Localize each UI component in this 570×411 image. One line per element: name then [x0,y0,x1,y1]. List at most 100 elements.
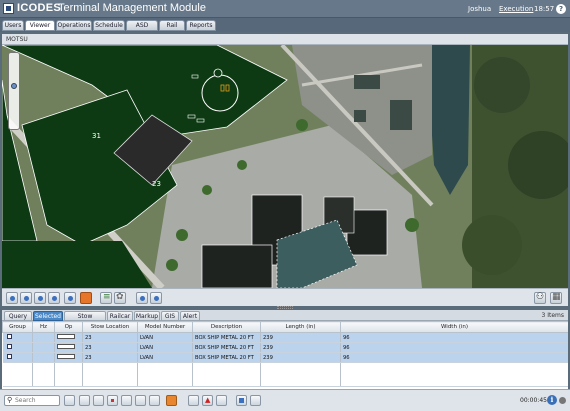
session-timer: 00:00:45 [520,397,547,404]
table-row[interactable]: 23 LVAN BOX SHIP METAL 20 FT 239 96 [2,352,568,363]
cell-length: 239 [260,332,341,343]
search-input[interactable] [15,396,59,405]
cell-width: 96 [340,332,568,343]
brand-name: ICODES [17,2,61,14]
app-title: Terminal Management Module [58,2,206,14]
table-header-row: Group Hz Op Stow Location Model Number D… [2,321,568,333]
user-name[interactable]: Joshua [468,5,491,13]
help-icon[interactable]: ? [556,4,566,14]
tab-reports[interactable]: Reports [186,20,216,31]
icodes-logo-icon [3,3,14,14]
lot-label-23: 23 [152,180,161,188]
copy-icon[interactable] [93,395,104,406]
columns-icon[interactable] [236,395,247,406]
pan-icon[interactable] [6,292,18,304]
column-header-stow-location[interactable]: Stow Location [82,321,138,333]
select-icon[interactable] [80,292,92,304]
search-icon: ⚲ [7,396,13,404]
tab-gis[interactable]: GIS [161,311,179,321]
column-header-op[interactable]: Op [54,321,83,333]
column-header-description[interactable]: Description [192,321,261,333]
tab-schedule[interactable]: Schedule [93,20,125,31]
properties-icon[interactable] [135,395,146,406]
cell-description: BOX SHIP METAL 20 FT [192,332,261,343]
edit-icon[interactable] [79,395,90,406]
sort-icon[interactable] [149,395,160,406]
table-row[interactable]: 23 LVAN BOX SHIP METAL 20 FT 239 96 [2,342,568,353]
zoom-slider[interactable] [8,52,20,130]
cell-width: 96 [340,342,568,353]
op-indicator [57,334,75,339]
status-indicator-icon [559,397,566,404]
layout-icon[interactable] [250,395,261,406]
column-header-length[interactable]: Length (in) [260,321,341,333]
splitter-grip[interactable] [277,306,293,309]
tab-stow-location[interactable]: Stow Location [64,311,106,329]
panel-title: MOTSU [6,36,28,43]
bottom-toolbar: ⚲ 00:00:45 i [0,389,570,411]
link-icon[interactable] [166,395,177,406]
map-viewer[interactable]: 31 23 [2,45,568,288]
filter-icon[interactable] [64,395,75,406]
sub-tab-bar: Query Selected Stow Location Railcar Mar… [2,310,568,329]
zoom-extent-icon[interactable] [48,292,60,304]
cell-length: 239 [260,352,341,363]
cell-description: BOX SHIP METAL 20 FT [192,342,261,353]
column-header-group[interactable]: Group [2,321,33,333]
clock: 18:57 [534,5,555,13]
tab-alert[interactable]: Alert [180,311,200,321]
row-checkbox[interactable] [6,334,12,339]
lot-label-31: 31 [92,132,101,140]
tab-rail[interactable]: Rail [159,20,185,31]
info-icon[interactable]: i [547,395,557,405]
window-icon[interactable] [136,292,148,304]
pdf-icon[interactable] [202,395,213,406]
grid-icon[interactable] [550,292,562,304]
execution-mode-link[interactable]: Execution [499,5,533,13]
screen-icon[interactable] [64,292,76,304]
binoculars-icon[interactable] [534,292,546,304]
delete-icon[interactable] [107,395,118,406]
aerial-map: 31 23 [2,45,568,288]
table-row[interactable]: 23 LVAN BOX SHIP METAL 20 FT 239 96 [2,332,568,343]
layers-icon[interactable] [100,292,112,304]
zoom-out-icon[interactable] [34,292,46,304]
main-tab-bar: Users Viewer Operations Schedule ASD Rai… [0,18,570,32]
cell-model-number: LVAN [137,342,193,353]
cell-width: 96 [340,352,568,363]
panel-title-bar: MOTSU [2,34,568,45]
map-toolbar [2,288,568,306]
tab-markup[interactable]: Markup [134,311,160,321]
empty-row [2,362,568,387]
cell-stow-location: 23 [82,352,138,363]
column-header-hz[interactable]: Hz [32,321,55,333]
search-box[interactable]: ⚲ [4,395,60,406]
tab-users[interactable]: Users [2,20,24,31]
split-view-icon[interactable] [150,292,162,304]
tab-operations[interactable]: Operations [56,20,92,31]
cell-stow-location: 23 [82,332,138,343]
tab-query[interactable]: Query [4,311,32,321]
remove-icon[interactable] [121,395,132,406]
cell-stow-location: 23 [82,342,138,353]
settings-icon[interactable] [114,292,126,304]
column-header-width[interactable]: Width (in) [340,321,568,333]
column-header-model-number[interactable]: Model Number [137,321,193,333]
items-count: 3 Items [541,312,564,319]
row-checkbox[interactable] [6,344,12,349]
print-icon[interactable] [216,395,227,406]
export-icon[interactable] [188,395,199,406]
tab-asd[interactable]: ASD [126,20,158,31]
cell-model-number: LVAN [137,332,193,343]
tab-selected[interactable]: Selected [33,311,63,321]
cell-description: BOX SHIP METAL 20 FT [192,352,261,363]
row-checkbox[interactable] [6,354,12,359]
op-indicator [57,354,75,359]
items-table: Group Hz Op Stow Location Model Number D… [2,321,568,387]
selected-items-grid: Group Hz Op Stow Location Model Number D… [2,321,568,389]
cell-length: 239 [260,342,341,353]
tab-railcar[interactable]: Railcar [107,311,133,321]
tab-viewer[interactable]: Viewer [25,20,55,31]
zoom-in-icon[interactable] [20,292,32,304]
zoom-slider-handle[interactable] [11,83,17,89]
